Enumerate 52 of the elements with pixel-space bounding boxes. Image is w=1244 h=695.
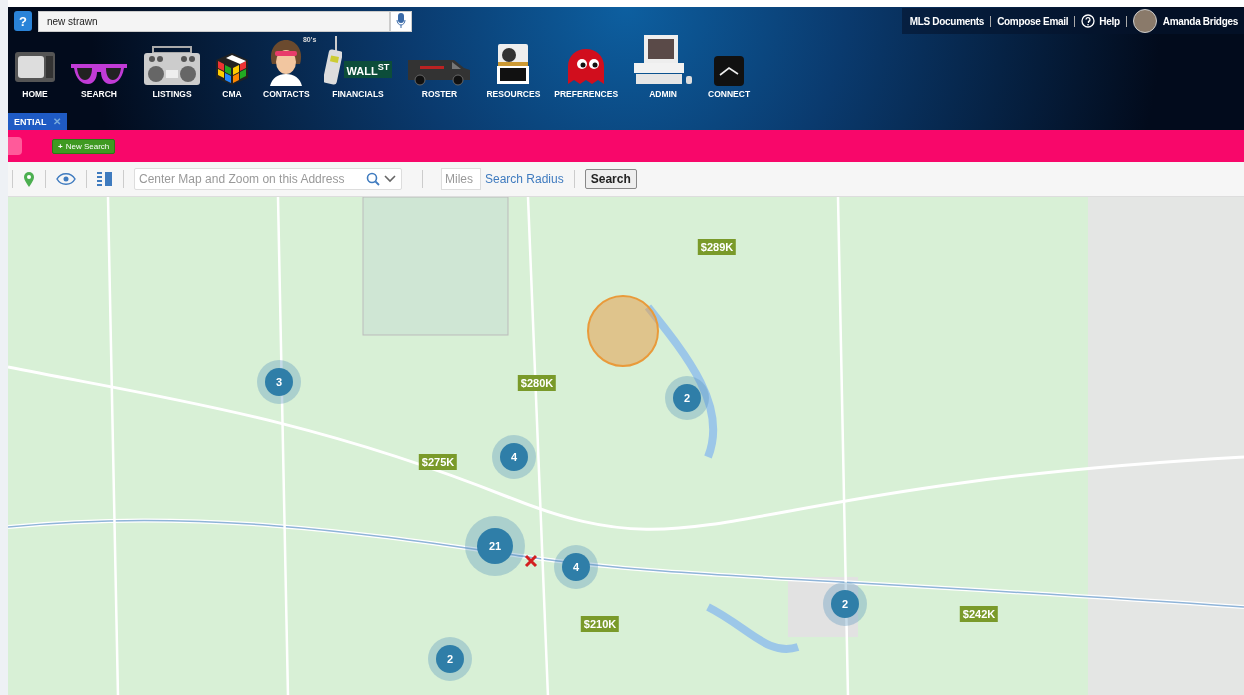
search-button[interactable]: Search [584,169,637,189]
map-pin-icon[interactable] [23,171,35,187]
price-marker[interactable]: $210K [580,616,620,632]
nav-item[interactable]: CONNECT [701,35,758,99]
help-icon[interactable] [1081,14,1096,28]
compose-email-link[interactable]: Compose Email [997,15,1069,27]
help-link[interactable]: Help [1099,15,1120,27]
close-marker-icon[interactable] [524,554,538,568]
nav-item[interactable]: CMA [208,35,256,99]
wall-street-sign: WALL$^{ST}$ [343,61,393,78]
cluster-marker[interactable]: 2 [428,637,472,681]
miles-field[interactable]: Miles [441,168,481,190]
roof-logo-icon[interactable] [714,56,745,86]
nav-item[interactable]: ROSTER [399,35,480,99]
search-icon[interactable] [366,172,380,186]
cluster-marker[interactable]: 2 [665,376,709,420]
search-tab[interactable]: ENTIAL ✕ [8,113,67,130]
caret-icon[interactable] [384,175,396,183]
price-marker[interactable]: $280K [517,375,557,391]
price-marker[interactable]: $289K [697,239,737,255]
search-field[interactable]: new strawn [38,10,390,32]
new-search-button[interactable]: + New Search [52,138,116,154]
search-radius-link[interactable]: Search Radius [485,172,564,186]
list-columns-icon[interactable] [97,171,113,187]
price-marker[interactable]: $242K [959,606,999,622]
nav-item[interactable]: ADMIN [625,35,702,99]
microphone-icon[interactable] [390,10,412,32]
cell-phone-icon[interactable] [323,36,342,86]
user-name[interactable]: Amanda Bridges [1162,15,1238,27]
help-button[interactable]: ? [14,11,32,31]
ghost-icon[interactable] [566,48,607,86]
cluster-marker[interactable]: 4 [554,545,598,589]
boombox-icon[interactable] [143,46,201,86]
instant-camera-icon[interactable] [496,42,531,86]
desktop-computer-icon[interactable] [632,34,695,86]
nav-item[interactable]: LISTINGS [136,35,208,99]
cluster-marker[interactable]: 2 [823,582,867,626]
nav-item[interactable]: HOME [8,35,62,99]
avatar[interactable] [1132,9,1157,33]
address-field[interactable]: Center Map and Zoom on this Address [134,168,402,190]
cluster-marker[interactable]: 21 [465,516,525,576]
cube-puzzle-icon[interactable] [215,52,249,86]
nav-item[interactable]: RESOURCES [479,35,548,99]
nav-item[interactable]: SEARCH [62,35,136,99]
map-view[interactable]: 3 2 4 21 4 2 2 $289K $280K $275K $210K $242K [8,197,1244,695]
nav-item[interactable]: WALL$^{ST}$ FINANCIALS [316,35,400,99]
cluster-marker[interactable]: 4 [492,435,536,479]
eye-icon[interactable] [56,173,76,185]
mls-documents-link[interactable]: MLS Documents [909,15,985,27]
price-marker[interactable]: $275K [418,454,458,470]
nav-item[interactable]: PREFERENCES [547,35,626,99]
cluster-marker[interactable]: 3 [257,360,301,404]
